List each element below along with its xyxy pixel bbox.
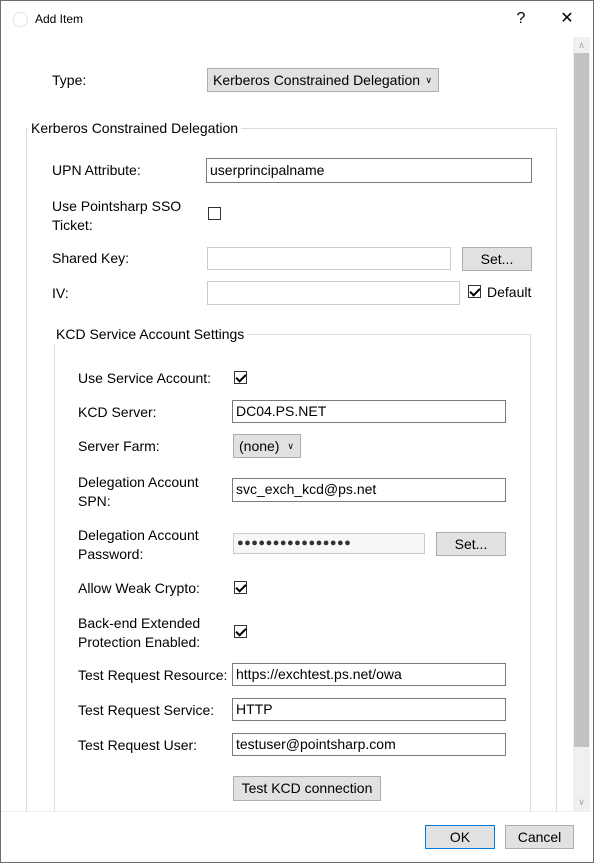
upn-attribute-label: UPN Attribute: bbox=[52, 162, 141, 178]
title-bar: Add Item ? ✕ bbox=[1, 1, 593, 37]
iv-default-label: Default bbox=[487, 284, 532, 300]
kcd-server-label: KCD Server: bbox=[78, 404, 157, 420]
test-service-input[interactable]: HTTP bbox=[232, 698, 506, 721]
add-item-dialog: Add Item ? ✕ Type: Kerberos Constrained … bbox=[0, 0, 594, 863]
allow-weak-crypto-label: Allow Weak Crypto: bbox=[78, 580, 200, 596]
kcd-group-title: Kerberos Constrained Delegation bbox=[28, 119, 242, 138]
chevron-down-icon[interactable]: ∨ bbox=[573, 794, 590, 811]
test-resource-input[interactable]: https://exchtest.ps.net/owa bbox=[232, 663, 506, 686]
server-farm-value: (none) bbox=[239, 438, 280, 454]
checkmark-icon bbox=[235, 371, 247, 383]
shared-key-input[interactable] bbox=[207, 247, 451, 270]
use-service-account-label: Use Service Account: bbox=[78, 370, 212, 386]
iv-default-checkbox[interactable] bbox=[468, 285, 481, 298]
scrollbar-thumb[interactable] bbox=[574, 53, 589, 747]
help-button[interactable]: ? bbox=[498, 1, 544, 37]
vertical-scrollbar[interactable]: ∧ ∨ bbox=[573, 37, 590, 811]
service-account-group-title: KCD Service Account Settings bbox=[53, 325, 248, 344]
type-label: Type: bbox=[52, 72, 87, 88]
delegation-spn-label: Delegation Account SPN: bbox=[78, 474, 199, 509]
test-kcd-connection-button[interactable]: Test KCD connection bbox=[233, 776, 381, 801]
test-user-label: Test Request User: bbox=[78, 737, 198, 753]
allow-weak-crypto-checkbox[interactable] bbox=[234, 581, 247, 594]
chevron-down-icon: ∨ bbox=[287, 441, 294, 451]
window-title: Add Item bbox=[35, 12, 84, 26]
checkmark-icon bbox=[469, 285, 481, 297]
use-sso-ticket-checkbox[interactable] bbox=[208, 207, 221, 220]
test-user-input[interactable]: testuser@pointsharp.com bbox=[232, 733, 506, 756]
test-service-label: Test Request Service: bbox=[78, 702, 215, 718]
cancel-button[interactable]: Cancel bbox=[505, 825, 574, 849]
password-set-button[interactable]: Set... bbox=[436, 532, 506, 556]
chevron-down-icon: ∨ bbox=[425, 75, 432, 85]
test-resource-label: Test Request Resource: bbox=[78, 667, 228, 683]
server-farm-label: Server Farm: bbox=[78, 438, 160, 454]
shared-key-set-button[interactable]: Set... bbox=[462, 247, 532, 271]
footer-separator bbox=[1, 811, 593, 812]
checkmark-icon bbox=[235, 625, 247, 637]
use-sso-ticket-label: Use Pointsharp SSO Ticket: bbox=[52, 198, 182, 233]
type-combobox[interactable]: Kerberos Constrained Delegation ∨ bbox=[207, 68, 439, 92]
delegation-password-label: Delegation Account Password: bbox=[78, 527, 199, 562]
iv-label: IV: bbox=[52, 285, 69, 301]
ok-button[interactable]: OK bbox=[425, 825, 495, 849]
dialog-content: Type: Kerberos Constrained Delegation ∨ … bbox=[1, 37, 573, 811]
backend-ep-checkbox[interactable] bbox=[234, 625, 247, 638]
checkmark-icon bbox=[235, 581, 247, 593]
close-button[interactable]: ✕ bbox=[544, 1, 590, 37]
app-icon bbox=[13, 12, 28, 27]
server-farm-combobox[interactable]: (none) ∨ bbox=[233, 434, 301, 458]
chevron-up-icon[interactable]: ∧ bbox=[573, 37, 590, 54]
kcd-server-input[interactable]: DC04.PS.NET bbox=[232, 400, 506, 423]
shared-key-label: Shared Key: bbox=[52, 250, 130, 266]
iv-input[interactable] bbox=[207, 281, 460, 305]
delegation-password-input[interactable]: ●●●●●●●●●●●●●●●● bbox=[233, 533, 425, 554]
delegation-spn-input[interactable]: svc_exch_kcd@ps.net bbox=[232, 478, 506, 502]
type-combobox-value: Kerberos Constrained Delegation bbox=[213, 72, 421, 88]
backend-ep-label: Back-end Extended Protection Enabled: bbox=[78, 615, 201, 650]
upn-attribute-input[interactable]: userprincipalname bbox=[206, 158, 532, 183]
use-service-account-checkbox[interactable] bbox=[234, 371, 247, 384]
